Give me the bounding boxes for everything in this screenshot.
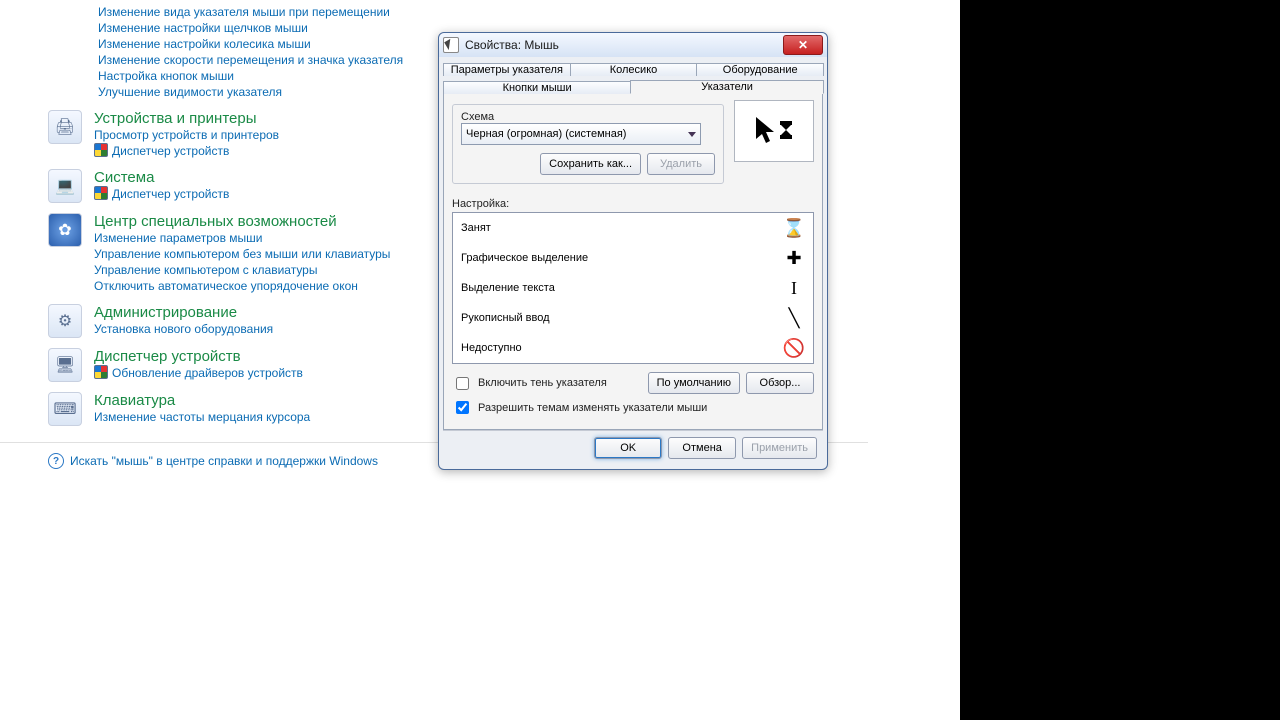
section-system[interactable]: Система [94,169,229,186]
close-button[interactable]: ✕ [783,35,823,55]
cp-link[interactable]: Обновление драйверов устройств [112,366,303,380]
section-devices-printers[interactable]: Устройства и принтеры [94,110,279,127]
default-button[interactable]: По умолчанию [648,372,740,394]
chevron-down-icon [688,132,696,137]
cp-link[interactable]: Изменение частоты мерцания курсора [94,410,310,424]
list-item: Рукописный ввод╲ [453,303,813,333]
titlebar[interactable]: Свойства: Мышь ✕ [439,33,827,57]
text-select-icon: I [783,277,805,299]
keyboard-icon: ⌨ [48,392,82,426]
shield-icon [94,365,108,379]
section-device-manager[interactable]: Диспетчер устройств [94,348,303,365]
shield-icon [94,143,108,157]
devices-printers-icon: 🖨 [48,110,82,144]
cancel-button[interactable]: Отмена [668,437,736,459]
cp-link[interactable]: Установка нового оборудования [94,322,273,336]
busy-icon: ⌛ [783,217,805,239]
scheme-value: Черная (огромная) (системная) [466,128,626,140]
cp-link[interactable]: Просмотр устройств и принтеров [94,128,279,142]
tab-wheel[interactable]: Колесико [570,63,698,76]
allow-themes-checkbox[interactable] [456,401,469,414]
precision-icon: ✚ [783,247,805,269]
device-manager-icon: 🖥 [48,348,82,382]
cp-link[interactable]: Изменение вида указателя мыши при переме… [98,4,868,20]
ease-of-access-icon: ✿ [48,213,82,247]
tab-pointer-options[interactable]: Параметры указателя [443,63,571,76]
mouse-icon [443,37,459,53]
customize-label: Настройка: [452,198,814,210]
enable-shadow-checkbox[interactable] [456,377,469,390]
tab-pointers[interactable]: Указатели [630,80,824,94]
dialog-title: Свойства: Мышь [465,38,559,52]
scheme-select[interactable]: Черная (огромная) (системная) [461,123,701,145]
cp-link[interactable]: Изменение параметров мыши [94,231,263,245]
list-item: Графическое выделение✚ [453,243,813,273]
cursor-preview [734,100,814,162]
save-as-button[interactable]: Сохранить как... [540,153,641,175]
list-item: Выделение текстаI [453,273,813,303]
tab-hardware[interactable]: Оборудование [696,63,824,76]
browse-button[interactable]: Обзор... [746,372,814,394]
enable-shadow-label: Включить тень указателя [478,377,607,389]
section-administration[interactable]: Администрирование [94,304,273,321]
shield-icon [94,186,108,200]
tab-buttons[interactable]: Кнопки мыши [443,81,631,94]
mouse-properties-dialog: Свойства: Мышь ✕ Параметры указателя Кол… [438,32,828,470]
cp-link[interactable]: Отключить автоматическое упорядочение ок… [94,279,358,293]
help-search-link[interactable]: Искать "мышь" в центре справки и поддерж… [70,454,378,468]
section-keyboard[interactable]: Клавиатура [94,392,310,409]
list-item: Занят⌛ [453,213,813,243]
ok-button[interactable]: OK [594,437,662,459]
system-icon: 💻 [48,169,82,203]
handwriting-icon: ╲ [783,307,805,329]
cp-link[interactable]: Диспетчер устройств [112,187,229,201]
list-item: Недоступно🚫 [453,333,813,363]
allow-themes-label: Разрешить темам изменять указатели мыши [478,402,707,414]
pointer-list[interactable]: Занят⌛ Графическое выделение✚ Выделение … [452,212,814,364]
help-icon: ? [48,453,64,469]
unavailable-icon: 🚫 [783,337,805,359]
cp-link[interactable]: Диспетчер устройств [112,144,229,158]
section-ease-of-access[interactable]: Центр специальных возможностей [94,213,390,230]
cp-link[interactable]: Управление компьютером без мыши или клав… [94,247,390,261]
administration-icon: ⚙ [48,304,82,338]
apply-button: Применить [742,437,817,459]
cp-link[interactable]: Управление компьютером с клавиатуры [94,263,317,277]
delete-button: Удалить [647,153,715,175]
scheme-label: Схема [461,111,715,123]
